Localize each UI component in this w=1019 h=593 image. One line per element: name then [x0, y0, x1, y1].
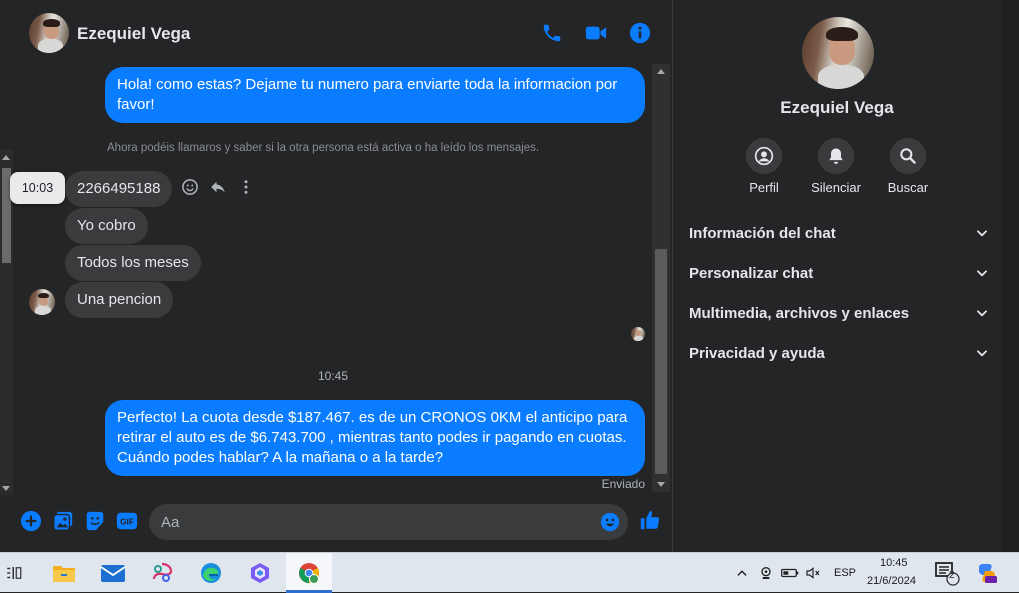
language-indicator[interactable]: ESP: [834, 567, 856, 579]
messages-scroll-up[interactable]: [657, 69, 665, 74]
image-icon[interactable]: [52, 510, 74, 532]
notification-count: 2: [949, 570, 955, 581]
scroll-up-arrow[interactable]: [2, 155, 10, 160]
section-title: Privacidad y ayuda: [689, 344, 825, 362]
mute-label: Silenciar: [811, 180, 861, 195]
search-button[interactable]: Buscar: [878, 138, 938, 195]
messages-scrollbar[interactable]: [652, 64, 670, 492]
chrome-icon[interactable]: [295, 559, 323, 587]
chevron-down-icon: [977, 310, 987, 317]
notifications-icon[interactable]: 2: [933, 559, 961, 587]
profile-button[interactable]: Perfil: [734, 138, 794, 195]
file-explorer-icon[interactable]: [50, 559, 78, 587]
timestamp: 10:45: [317, 369, 349, 383]
react-emoji-icon[interactable]: [181, 178, 199, 196]
video-icon[interactable]: [583, 20, 609, 46]
sticker-icon[interactable]: [84, 510, 106, 532]
phone-icon[interactable]: [539, 20, 565, 46]
seen-avatar: [631, 327, 645, 341]
messages-scroll-down[interactable]: [657, 482, 665, 487]
copilot-icon[interactable]: [246, 559, 274, 587]
task-view-icon[interactable]: [0, 559, 28, 587]
system-note: Ahora podéis llamaros y saber si la otra…: [107, 142, 540, 154]
message-time-tooltip: 10:03: [10, 172, 65, 204]
gif-icon[interactable]: GIF: [116, 510, 138, 532]
chevron-down-icon: [977, 230, 987, 237]
outgoing-message[interactable]: Perfecto! La cuota desde $187.467. es de…: [105, 400, 645, 476]
chat-pane: Ezequiel Vega Hola! como estas? Dejame t…: [10, 0, 672, 552]
taskbar: ESP 10:45 21/6/2024 2: [0, 552, 1019, 593]
messenger-window: Ezequiel Vega Hola! como estas? Dejame t…: [0, 0, 1019, 552]
app-icon[interactable]: [148, 559, 176, 587]
sender-avatar: [29, 289, 55, 315]
incoming-message[interactable]: Todos los meses: [65, 245, 201, 281]
gif-label: GIF: [120, 518, 134, 527]
section-chat-info[interactable]: Información del chat: [689, 215, 989, 251]
outgoing-message[interactable]: Hola! como estas? Dejame tu numero para …: [105, 67, 645, 123]
incoming-message[interactable]: Yo cobro: [65, 208, 148, 244]
contact-avatar[interactable]: [29, 13, 69, 53]
profile-avatar[interactable]: [802, 17, 874, 89]
message-input[interactable]: [161, 504, 581, 540]
chevron-down-icon: [977, 270, 987, 277]
copilot-pre-icon[interactable]: [973, 559, 1001, 587]
volume-muted-icon[interactable]: [799, 559, 827, 587]
profile-name: Ezequiel Vega: [780, 98, 894, 117]
message-input-box[interactable]: [149, 504, 628, 540]
sent-status: Enviado: [601, 477, 645, 491]
search-label: Buscar: [887, 180, 929, 195]
plus-icon[interactable]: [20, 510, 42, 532]
emoji-icon[interactable]: [600, 512, 620, 532]
section-customize-chat[interactable]: Personalizar chat: [689, 255, 989, 291]
contact-name[interactable]: Ezequiel Vega: [77, 24, 190, 44]
more-icon[interactable]: [237, 178, 255, 196]
window-edge: [1001, 0, 1019, 552]
section-title: Personalizar chat: [689, 264, 814, 282]
chat-header: Ezequiel Vega: [13, 0, 672, 64]
message-actions: [181, 178, 255, 196]
info-icon[interactable]: [627, 20, 653, 46]
profile-icon: [746, 138, 782, 174]
scroll-down-arrow[interactable]: [2, 486, 10, 491]
mail-icon[interactable]: [99, 559, 127, 587]
mute-button[interactable]: Silenciar: [806, 138, 866, 195]
section-title: Información del chat: [689, 224, 836, 242]
incoming-message[interactable]: Una pencion: [65, 282, 174, 318]
messages-scrollbar-thumb[interactable]: [655, 249, 667, 474]
chevron-down-icon: [977, 350, 987, 357]
search-icon: [890, 138, 926, 174]
composer: GIF: [13, 500, 672, 552]
section-title: Multimedia, archivos y enlaces: [689, 304, 910, 322]
like-icon[interactable]: [639, 509, 661, 531]
edge-icon[interactable]: [197, 559, 225, 587]
bell-icon: [818, 138, 854, 174]
section-privacy-help[interactable]: Privacidad y ayuda: [689, 335, 989, 371]
clock-time[interactable]: 10:45: [880, 557, 908, 569]
profile-label: Perfil: [749, 180, 779, 195]
page-scrollbar[interactable]: [0, 150, 13, 495]
incoming-message[interactable]: 2266495188: [65, 171, 173, 207]
section-media-files-links[interactable]: Multimedia, archivos y enlaces: [689, 295, 989, 331]
clock-date[interactable]: 21/6/2024: [867, 575, 916, 587]
chat-info-pane: Ezequiel Vega Perfil Silenciar Buscar In…: [673, 0, 1001, 552]
reply-icon[interactable]: [209, 178, 227, 196]
